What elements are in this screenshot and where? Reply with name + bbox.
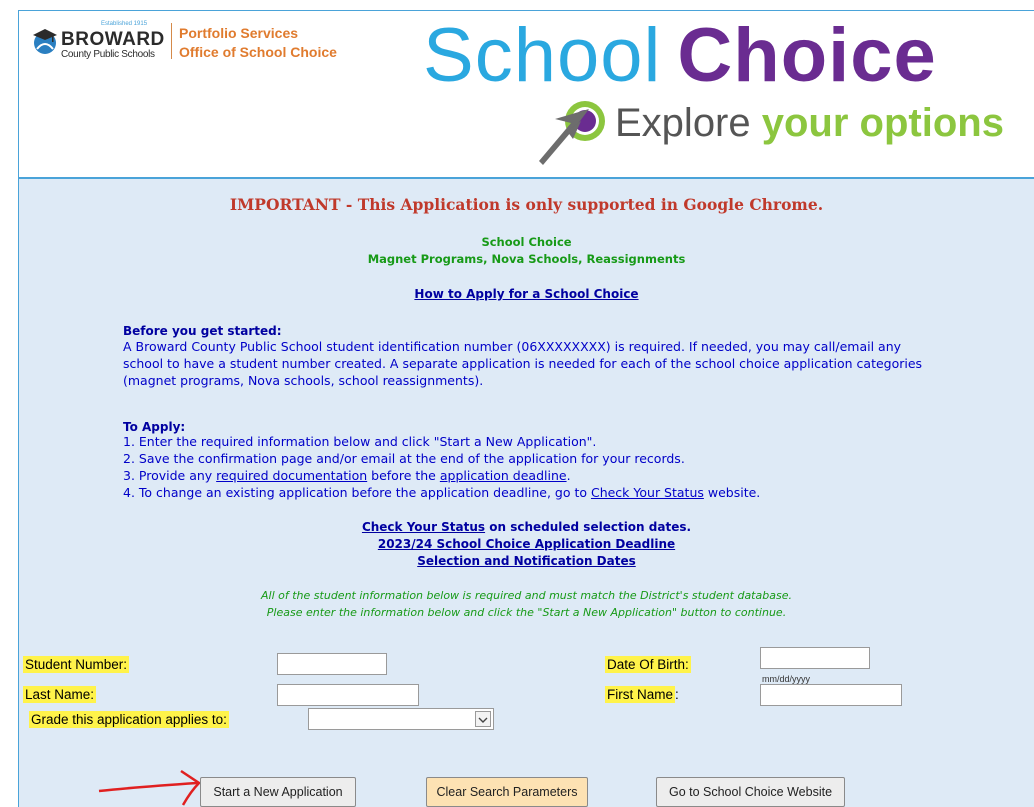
schoolhouse-logo-icon [33, 29, 57, 54]
broward-logo[interactable]: Established 1915 BROWARD County Public S… [31, 21, 167, 60]
section-title: School Choice [481, 235, 572, 249]
header-divider [171, 23, 172, 59]
org-portfolio-services: Portfolio Services [179, 25, 299, 41]
tagline-explore: Explore [615, 101, 762, 145]
main-content: IMPORTANT - This Application is only sup… [19, 179, 1034, 807]
check-your-status-link-inline[interactable]: Check Your Status [591, 485, 704, 500]
tagline-options: your options [761, 101, 1004, 145]
grade-select[interactable] [308, 708, 494, 730]
logo-established: Established 1915 [101, 21, 148, 27]
clear-search-button[interactable]: Clear Search Parameters [426, 777, 588, 807]
student-number-label: Student Number: [23, 656, 130, 673]
start-application-button[interactable]: Start a New Application [200, 777, 356, 807]
last-name-label: Last Name: [23, 686, 97, 703]
dob-format-hint: mm/dd/yyyy [762, 674, 811, 684]
check-your-status-link[interactable]: Check Your Status [362, 520, 485, 534]
first-name-label-text: First Name [605, 686, 676, 703]
selection-dates-link[interactable]: Selection and Notification Dates [19, 554, 1034, 568]
form-note-line-1: All of the student information below is … [261, 589, 792, 602]
step4-prefix: 4. To change an existing application bef… [123, 485, 591, 500]
dob-label: Date Of Birth: [605, 656, 691, 673]
go-to-website-button[interactable]: Go to School Choice Website [656, 777, 845, 807]
org-office-school-choice: Office of School Choice [179, 44, 337, 60]
student-number-input[interactable] [277, 653, 387, 675]
last-name-input[interactable] [277, 684, 419, 706]
logo-name: BROWARD [61, 29, 165, 50]
before-body: A Broward County Public School student i… [123, 339, 923, 388]
how-to-apply-link[interactable]: How to Apply for a School Choice [19, 287, 1034, 301]
apply-step-2: 2. Save the confirmation page and/or ema… [123, 451, 685, 466]
cursor-target-icon [539, 101, 605, 165]
dob-label-text: Date Of Birth: [605, 656, 691, 673]
wordmark-school: School [423, 13, 662, 98]
check-status-line: Check Your Status on scheduled selection… [19, 520, 1034, 534]
dob-input[interactable] [760, 647, 870, 669]
step3-prefix: 3. Provide any [123, 468, 217, 483]
step3-middle: before the [367, 468, 440, 483]
apply-step-1: 1. Enter the required information below … [123, 434, 597, 449]
school-choice-wordmark: School Choice [423, 11, 937, 101]
student-number-label-text: Student Number: [23, 656, 130, 673]
application-deadline-link[interactable]: application deadline [440, 468, 567, 483]
required-documentation-link[interactable]: required documentation [216, 468, 367, 483]
tagline: Explore your options [615, 99, 1004, 147]
apply-step-3: 3. Provide any required documentation be… [123, 468, 571, 483]
form-note-line-2: Please enter the information below and c… [266, 606, 787, 619]
deadline-link[interactable]: 2023/24 School Choice Application Deadli… [19, 537, 1034, 551]
site-header: Established 1915 BROWARD County Public S… [19, 11, 1034, 179]
wordmark-choice: Choice [677, 13, 937, 98]
section-subtitle: Magnet Programs, Nova Schools, Reassignm… [367, 252, 686, 266]
chrome-warning: IMPORTANT - This Application is only sup… [229, 195, 824, 214]
apply-step-4: 4. To change an existing application bef… [123, 485, 760, 500]
first-name-label-colon: : [675, 687, 679, 702]
check-status-suffix: on scheduled selection dates. [485, 520, 692, 534]
red-arrow-annotation-icon [98, 769, 201, 806]
step4-suffix: website. [703, 485, 761, 500]
chevron-down-icon[interactable] [475, 711, 491, 727]
grade-label: Grade this application applies to: [29, 711, 229, 728]
grade-label-text: Grade this application applies to: [29, 711, 229, 728]
first-name-input[interactable] [760, 684, 902, 706]
logo-subtitle: County Public Schools [61, 49, 155, 60]
page-frame: Established 1915 BROWARD County Public S… [18, 10, 1034, 807]
step3-suffix: . [566, 468, 571, 483]
first-name-label: First Name: [605, 686, 679, 703]
last-name-label-text: Last Name: [23, 686, 97, 703]
